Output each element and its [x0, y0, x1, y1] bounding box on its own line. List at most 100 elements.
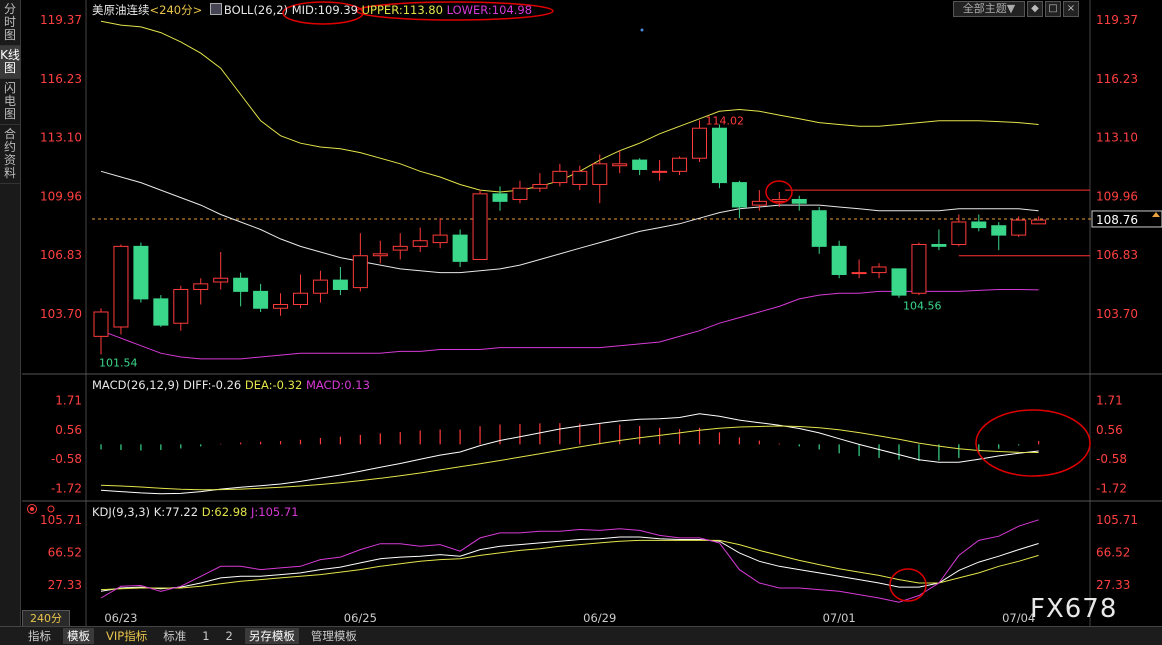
view-switcher-sidebar: 分时图 K线图 闪电图 合约资料 [0, 0, 21, 626]
maximize-icon[interactable]: □ [1045, 1, 1061, 17]
kdj-indicator-dot-inner [30, 507, 34, 511]
candle-body [133, 245, 149, 300]
macd-name: MACD(26,12,9) [92, 378, 180, 392]
candle-body [293, 292, 308, 305]
sidebar-item-3[interactable]: 合约资料 [0, 125, 20, 184]
kdj-indicator-dot [47, 505, 55, 513]
candle-body [731, 182, 747, 208]
candle-body [891, 268, 907, 296]
macd-axis-left-label: -1.72 [51, 481, 82, 495]
macd-dea-line [100, 425, 1039, 491]
macd-axis-right-label: -1.72 [1096, 481, 1127, 495]
candle-body [592, 163, 608, 185]
pin-icon[interactable]: ◆ [1027, 1, 1043, 17]
candle-body [472, 193, 488, 260]
boll-mid-line [100, 170, 1039, 274]
candle-body [951, 221, 967, 245]
candle-body [412, 240, 428, 247]
candle-body [652, 170, 668, 173]
current-price-label: 108.76 [1096, 213, 1138, 227]
macd-axis-left-label: 1.71 [55, 394, 82, 408]
theme-dropdown[interactable]: 全部主题▼ [953, 1, 1025, 17]
price-axis-right-label: 109.96 [1096, 189, 1138, 203]
bottom-tab-2[interactable]: VIP指标 [102, 628, 151, 644]
price-panel-header: 美原油连续<240分> BOLL(26,2) MID:109.39 UPPER:… [92, 2, 532, 18]
bottom-tab-4[interactable]: 1 [198, 628, 213, 644]
sidebar-item-1[interactable]: K线图 [0, 46, 20, 79]
price-axis-right-label: 106.83 [1096, 248, 1138, 262]
kdj-j-value: J:105.71 [251, 505, 299, 519]
kdj-axis-left-label: 66.52 [48, 545, 82, 559]
date-axis-label: 06/29 [583, 611, 616, 625]
candle-body [452, 234, 468, 262]
chart-canvas: 119.37 119.37 116.23 116.23 113.10 113.10 109.… [22, 0, 1162, 626]
candle-body [273, 303, 289, 309]
kdj-j-line [100, 519, 1039, 603]
candle-body [492, 193, 508, 202]
bottom-tab-1[interactable]: 模板 [63, 628, 94, 644]
boll-mid-value: MID:109.39 [291, 3, 358, 17]
macd-dea-value: DEA:-0.32 [244, 378, 303, 392]
bottom-tab-7[interactable]: 管理模板 [307, 628, 361, 644]
candle-body [113, 245, 129, 328]
period-label[interactable]: <240分> [150, 3, 203, 17]
candle-body [532, 183, 548, 189]
annotation-circle-macd [975, 409, 1091, 477]
kdj-d-line [100, 539, 1039, 591]
close-icon[interactable]: × [1063, 1, 1079, 17]
period-selector[interactable]: 240分 [22, 610, 70, 627]
candle-body [173, 288, 189, 324]
macd-diff-line [100, 413, 1039, 495]
bottom-tab-0[interactable]: 指标 [24, 628, 55, 644]
candle-body [233, 277, 249, 292]
marker-dot [640, 28, 644, 32]
low-annotation-left: 101.54 [99, 356, 138, 369]
bottom-tab-6[interactable]: 另存模板 [244, 628, 299, 644]
macd-axis-left-label: -0.58 [51, 452, 82, 466]
price-axis-right-label: 113.10 [1096, 131, 1138, 145]
candle-body [831, 245, 847, 275]
sidebar-item-2[interactable]: 闪电图 [0, 79, 20, 125]
sidebar-item-0[interactable]: 分时图 [0, 0, 20, 46]
price-axis-left-label: 116.23 [40, 72, 82, 86]
boll-lower-line [100, 289, 1039, 360]
boll-lower-value: LOWER:104.98 [446, 3, 533, 17]
macd-axis-right-label: -0.58 [1096, 452, 1127, 466]
kdj-axis-right-label: 66.52 [1096, 545, 1130, 559]
bottom-tab-5[interactable]: 2 [222, 628, 237, 644]
candle-body [931, 243, 947, 247]
candle-body [911, 243, 927, 294]
candle-body [851, 272, 867, 275]
kdj-axis-right-label: 105.71 [1096, 513, 1138, 527]
price-axis-left-label: 119.37 [40, 13, 82, 27]
candle-body [971, 221, 987, 229]
candle-body [552, 170, 568, 184]
price-axis-left-label: 106.83 [40, 248, 82, 262]
price-axis-right-label: 103.70 [1096, 307, 1138, 321]
kdj-d-value: D:62.98 [201, 505, 248, 519]
price-axis-right-label: 119.37 [1096, 13, 1138, 27]
bottom-template-bar: 指标 模板 VIP指标 标准 1 2 另存模板 管理模板 [0, 626, 1162, 645]
bottom-tab-3[interactable]: 标准 [159, 628, 190, 644]
high-annotation: 114.02 [706, 114, 745, 127]
low-annotation-right: 104.56 [903, 300, 942, 313]
candle-body [692, 127, 707, 159]
indicator-icon[interactable] [209, 3, 222, 15]
kdj-k-value: K:77.22 [153, 505, 199, 519]
candle-body [352, 255, 368, 289]
candle-body [771, 198, 787, 202]
candle-body [1011, 219, 1027, 236]
candle-body [213, 277, 229, 283]
candle-body [153, 298, 169, 326]
watermark-logo: FX678 [1030, 594, 1118, 624]
candle-body [193, 283, 209, 290]
candle-body [751, 200, 767, 206]
kdj-panel-header: KDJ(9,3,3) K:77.22 D:62.98 J:105.71 [92, 505, 299, 519]
candle-body [612, 163, 628, 167]
kdj-axis-left-label: 27.33 [48, 578, 82, 592]
boll-upper-value: UPPER:113.80 [361, 3, 443, 17]
price-axis-left-label: 109.96 [40, 189, 82, 203]
candle-body [392, 245, 408, 251]
instrument-name: 美原油连续 [92, 3, 150, 17]
candle-body [632, 159, 648, 170]
